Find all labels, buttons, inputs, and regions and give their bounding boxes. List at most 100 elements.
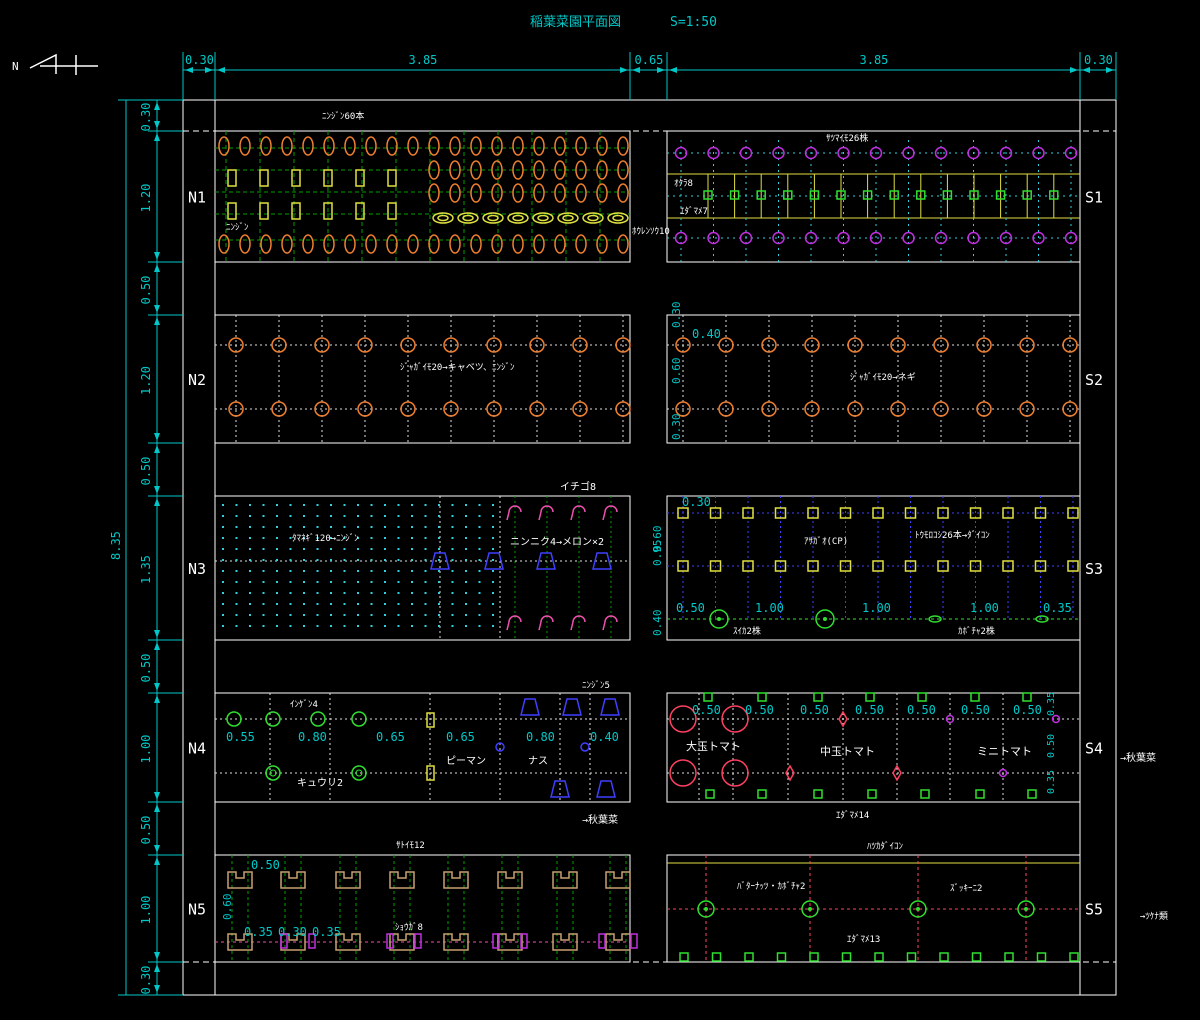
onion-plant bbox=[465, 592, 467, 594]
strawberry-plant bbox=[538, 505, 554, 521]
onion-plant bbox=[330, 581, 332, 583]
edamame-plant bbox=[939, 952, 949, 962]
onion-plant bbox=[343, 559, 346, 561]
onion-plant bbox=[276, 603, 278, 605]
n2-potato-label: ｼﾞｬｶﾞｲﾓ20→キャベツ、ﾆﾝｼﾞﾝ bbox=[400, 362, 515, 373]
onion-plant bbox=[343, 526, 346, 528]
carrot-plant bbox=[512, 183, 524, 203]
spinach-plant bbox=[562, 214, 574, 222]
onion-plant bbox=[249, 548, 251, 550]
onion-plant bbox=[465, 548, 467, 550]
potato-plant bbox=[486, 401, 502, 417]
onion-plant bbox=[262, 581, 265, 583]
onion-plant bbox=[235, 614, 238, 616]
onion-plant bbox=[465, 526, 467, 528]
onion-plant bbox=[465, 614, 467, 616]
onion-plant bbox=[397, 603, 400, 605]
eggplant-plant bbox=[562, 698, 582, 716]
carrot-plant bbox=[554, 234, 566, 254]
carrot-plant bbox=[491, 136, 503, 156]
onion-plant bbox=[411, 581, 413, 583]
onion-plant bbox=[249, 526, 251, 528]
onion-plant bbox=[289, 614, 292, 616]
bed-n2 bbox=[214, 314, 631, 444]
onion-plant bbox=[249, 537, 251, 539]
onion-plant bbox=[249, 570, 251, 572]
kidney-bean-plant bbox=[265, 711, 281, 727]
left-dimension-value: 0.30 bbox=[139, 103, 153, 132]
n4-row-dim: 0.80 bbox=[526, 730, 555, 744]
s4-row-dim: 0.50 bbox=[800, 703, 829, 717]
onion-plant bbox=[343, 614, 346, 616]
onion-plant bbox=[370, 559, 373, 561]
onion-plant bbox=[438, 581, 440, 583]
plant-marker bbox=[259, 202, 269, 220]
kidney-bean-plant bbox=[310, 711, 326, 727]
bed-label-n4: N4 bbox=[188, 740, 206, 758]
onion-plant bbox=[397, 581, 400, 583]
edamame-plant bbox=[917, 692, 927, 702]
onion-plant bbox=[397, 515, 400, 517]
carrot-plant bbox=[512, 234, 524, 254]
onion-plant bbox=[330, 515, 332, 517]
onion-plant bbox=[424, 581, 427, 583]
arrow-head bbox=[154, 642, 160, 650]
arrow-head bbox=[154, 952, 160, 960]
edamame-plant bbox=[813, 789, 823, 799]
n3-garlic-label: ニンニク4→メロン×2 bbox=[510, 536, 604, 548]
s2-dim: 0.40 bbox=[692, 327, 721, 341]
onion-plant bbox=[370, 515, 373, 517]
carrot-plant bbox=[365, 136, 377, 156]
onion-plant bbox=[478, 614, 481, 616]
carrot-plant bbox=[281, 234, 293, 254]
onion-plant bbox=[357, 548, 359, 550]
onion-plant bbox=[316, 592, 319, 594]
s5-radish-label: ﾊﾂｶﾀﾞｲｺﾝ bbox=[867, 841, 904, 852]
onion-plant bbox=[438, 515, 440, 517]
s2-dim: 0.30 bbox=[670, 302, 683, 329]
kidney-bean-plant bbox=[351, 711, 367, 727]
bed-label-n2: N2 bbox=[188, 371, 206, 389]
edamame-plant bbox=[975, 789, 985, 799]
onion-plant bbox=[384, 603, 386, 605]
onion-plant bbox=[370, 548, 373, 550]
onion-plant bbox=[303, 625, 305, 627]
s4-edamame-label: ｴﾀﾞﾏﾒ14 bbox=[836, 810, 869, 821]
arrow-head bbox=[154, 792, 160, 800]
onion-plant bbox=[370, 603, 373, 605]
onion-plant bbox=[330, 603, 332, 605]
spinach-plant bbox=[512, 214, 524, 222]
onion-plant bbox=[222, 614, 224, 616]
onion-plant bbox=[492, 515, 494, 517]
onion-plant bbox=[397, 526, 400, 528]
edamame-plant bbox=[776, 952, 787, 962]
onion-plant bbox=[465, 504, 467, 506]
onion-plant bbox=[451, 515, 454, 517]
onion-plant bbox=[276, 559, 278, 561]
onion-plant bbox=[249, 625, 251, 627]
s3-row-dim: 1.00 bbox=[755, 601, 784, 615]
edamame-plant bbox=[841, 952, 852, 962]
arrow-head bbox=[185, 67, 193, 73]
left-dimension-value: 1.00 bbox=[139, 735, 153, 764]
onion-plant bbox=[262, 614, 265, 616]
onion-plant bbox=[343, 515, 346, 517]
edamame-plant bbox=[679, 952, 689, 962]
onion-plant bbox=[316, 570, 319, 572]
onion-plant bbox=[478, 581, 481, 583]
onion-plant bbox=[289, 504, 292, 506]
onion-plant bbox=[438, 570, 440, 572]
onion-plant bbox=[222, 592, 224, 594]
left-dimension-value: 0.50 bbox=[139, 816, 153, 845]
large-tomato-plant bbox=[721, 759, 749, 787]
onion-plant bbox=[316, 625, 319, 627]
edamame-plant bbox=[971, 952, 982, 962]
carrot-plant bbox=[344, 136, 356, 156]
onion-plant bbox=[424, 515, 427, 517]
onion-plant bbox=[235, 603, 238, 605]
onion-plant bbox=[330, 559, 332, 561]
onion-plant bbox=[316, 603, 319, 605]
onion-plant bbox=[492, 548, 494, 550]
onion-plant bbox=[303, 515, 305, 517]
onion-plant bbox=[397, 548, 400, 550]
